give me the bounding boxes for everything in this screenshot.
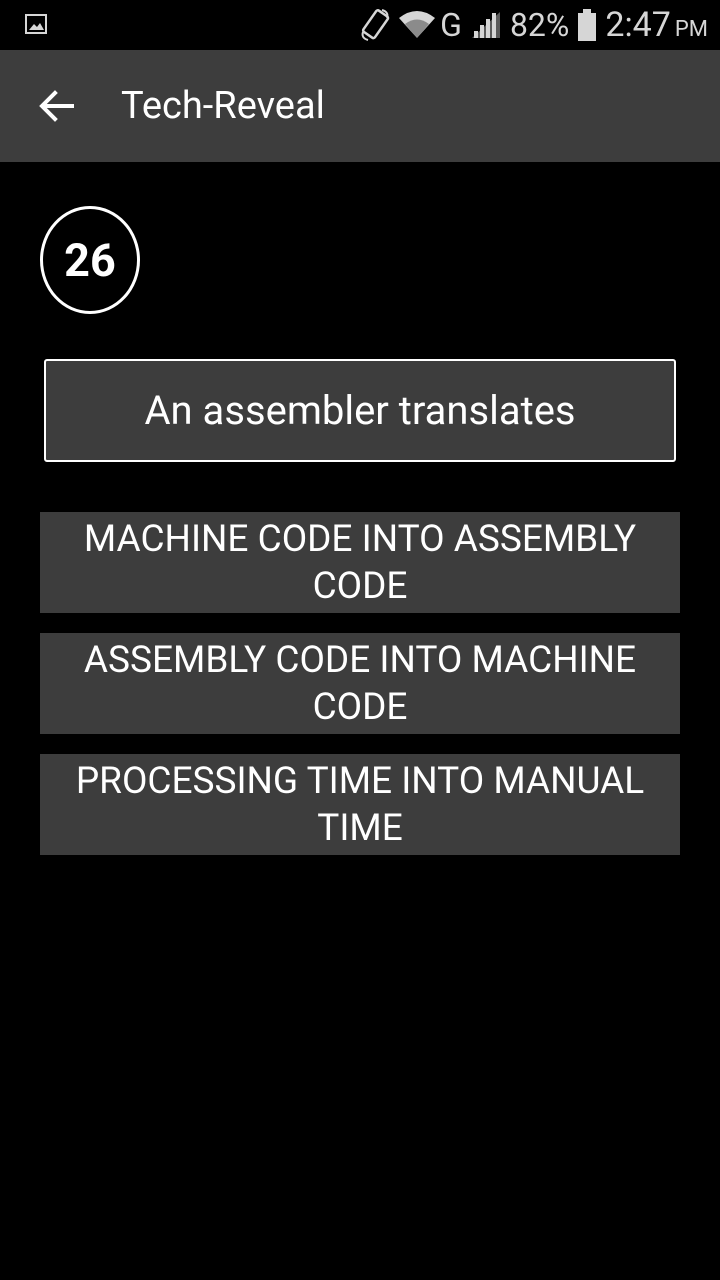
answer-option-label: MACHINE CODE INTO ASSEMBLY CODE [83, 517, 637, 608]
question-number-badge: 26 [40, 206, 140, 314]
status-bar: G 82% 2:47 PM [0, 0, 720, 50]
app-bar: Tech-Reveal [0, 50, 720, 162]
answer-option-1[interactable]: MACHINE CODE INTO ASSEMBLY CODE [40, 512, 680, 613]
wifi-icon [399, 11, 436, 38]
answer-option-label: PROCESSING TIME INTO MANUAL TIME [75, 759, 645, 850]
answer-option-2[interactable]: ASSEMBLY CODE INTO MACHINE CODE [40, 633, 680, 734]
network-type-label: G [440, 6, 462, 44]
clock-ampm: PM [674, 17, 708, 42]
answer-option-3[interactable]: PROCESSING TIME INTO MANUAL TIME [40, 754, 680, 855]
screen-rotate-icon [361, 9, 390, 41]
battery-icon [578, 9, 597, 41]
status-clock: 2:47 PM [605, 8, 708, 42]
app-title: Tech-Reveal [121, 84, 325, 128]
gallery-icon [25, 14, 47, 34]
answer-option-label: ASSEMBLY CODE INTO MACHINE CODE [83, 638, 637, 729]
status-icons: G 82% 2:47 PM [360, 0, 708, 50]
question-text: An assembler translates [44, 359, 676, 462]
battery-percentage: 82% [509, 6, 570, 44]
signal-icon [471, 12, 500, 38]
back-button[interactable] [26, 76, 86, 136]
clock-time: 2:47 [605, 5, 671, 45]
arrow-back-icon [39, 90, 74, 122]
